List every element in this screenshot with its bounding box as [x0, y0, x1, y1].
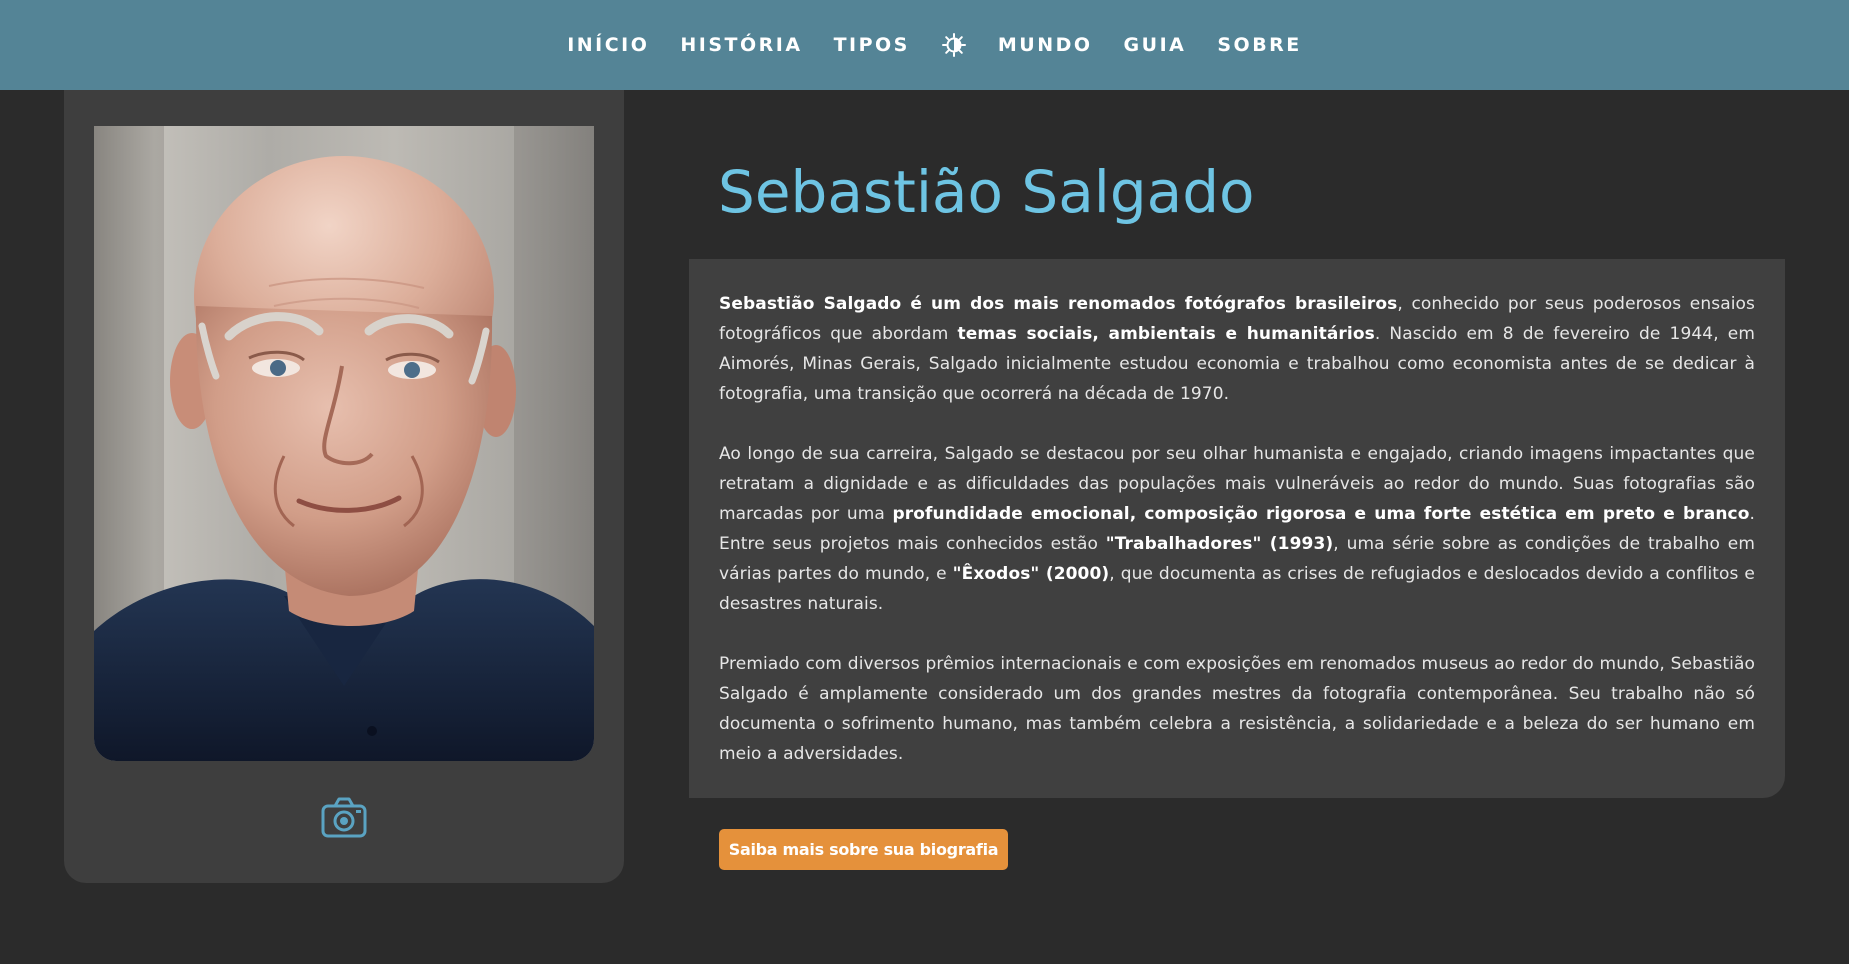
biography-more-button[interactable]: Saiba mais sobre sua biografia	[719, 829, 1008, 870]
nav-link-mundo[interactable]: MUNDO	[998, 34, 1093, 56]
nav-link-guia[interactable]: GUIA	[1124, 34, 1187, 56]
bio-paragraph-1: Sebastião Salgado é um dos mais renomado…	[719, 289, 1755, 409]
bio-p3-text-1: Premiado com diversos prêmios internacio…	[719, 654, 1755, 764]
nav-link-tipos[interactable]: TIPOS	[834, 34, 910, 56]
nav-links: INÍCIO HISTÓRIA TIPOS MUNDO GUIA SOBRE	[567, 32, 1302, 58]
portrait-illustration	[94, 126, 594, 761]
bio-paragraph-2: Ao longo de sua carreira, Salgado se des…	[719, 439, 1755, 619]
theme-toggle-button[interactable]	[941, 32, 967, 58]
camera-icon[interactable]	[320, 795, 368, 841]
page-title: Sebastião Salgado	[718, 158, 1255, 226]
sun-moon-icon	[941, 33, 966, 57]
top-navbar: INÍCIO HISTÓRIA TIPOS MUNDO GUIA SOBRE	[0, 0, 1849, 90]
bio-p1-bold-2: temas sociais, ambientais e humanitários	[957, 324, 1375, 344]
bio-p2-bold-2: "Trabalhadores" (1993)	[1105, 534, 1334, 554]
bio-paragraph-3: Premiado com diversos prêmios internacio…	[719, 649, 1755, 769]
bio-p1-bold-1: Sebastião Salgado é um dos mais renomado…	[719, 294, 1398, 314]
portrait-photo	[94, 126, 594, 761]
photo-card	[64, 90, 624, 883]
nav-link-historia[interactable]: HISTÓRIA	[680, 34, 802, 56]
biography-box: Sebastião Salgado é um dos mais renomado…	[689, 259, 1785, 798]
camera-icon-graphic	[321, 797, 367, 838]
bio-p2-bold-1: profundidade emocional, composição rigor…	[892, 504, 1750, 524]
nav-link-inicio[interactable]: INÍCIO	[567, 34, 649, 56]
nav-link-sobre[interactable]: SOBRE	[1217, 34, 1301, 56]
bio-p2-bold-3: "Êxodos" (2000)	[952, 564, 1110, 584]
